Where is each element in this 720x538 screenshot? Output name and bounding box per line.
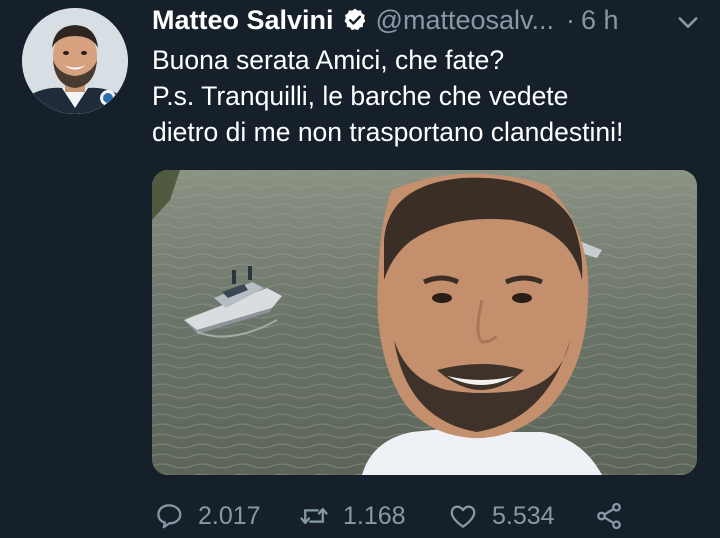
tweet-actions: 2.017 1.168 5.534 xyxy=(152,497,712,535)
author-name[interactable]: Matteo Salvini xyxy=(152,5,334,36)
like-count: 5.534 xyxy=(492,501,555,530)
like-button[interactable]: 5.534 xyxy=(448,497,555,535)
like-icon xyxy=(450,505,476,528)
tweet-text: Buona serata Amici, che fate? P.s. Tranq… xyxy=(152,42,712,150)
author-handle[interactable]: @matteosalv... xyxy=(376,5,554,36)
tweet-photo[interactable] xyxy=(152,170,697,475)
header-separator: · xyxy=(566,4,576,35)
tweet-timestamp[interactable]: 6 h xyxy=(581,5,619,36)
photo-image xyxy=(152,170,697,475)
tweet-text-line: P.s. Tranquilli, le barche che vedete xyxy=(152,81,569,111)
author-avatar[interactable] xyxy=(22,8,128,114)
tweet[interactable]: Matteo Salvini @matteosalv... · 6 h Buon… xyxy=(0,0,720,538)
retweet-icon xyxy=(300,508,328,524)
retweet-button[interactable]: 1.168 xyxy=(299,497,406,535)
reply-button[interactable]: 2.017 xyxy=(154,497,261,535)
chevron-down-icon[interactable] xyxy=(674,8,702,36)
share-button[interactable] xyxy=(594,497,624,535)
reply-icon xyxy=(157,504,182,529)
tweet-text-line: dietro di me non trasportano clandestini… xyxy=(152,117,624,147)
share-icon xyxy=(597,502,621,530)
tweet-header: Matteo Salvini @matteosalv... · 6 h xyxy=(152,0,712,40)
verified-badge-icon xyxy=(342,7,368,33)
avatar-image xyxy=(22,8,128,114)
retweet-count: 1.168 xyxy=(343,501,406,530)
reply-count: 2.017 xyxy=(198,501,261,530)
tweet-text-line: Buona serata Amici, che fate? xyxy=(152,45,505,75)
